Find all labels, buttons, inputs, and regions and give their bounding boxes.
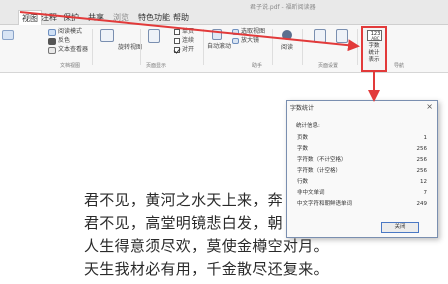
stat-value: 256 bbox=[416, 168, 428, 174]
select-view-button[interactable]: 选取视图 bbox=[241, 28, 265, 36]
reverse-color-button[interactable]: 反色 bbox=[58, 37, 70, 45]
document-line: 天生我材必有用，千金散尽还复来。 bbox=[84, 260, 329, 278]
stat-value: 7 bbox=[423, 190, 428, 196]
page-layout-icon[interactable] bbox=[336, 29, 348, 43]
read-aloud-button[interactable]: 阅读 bbox=[281, 44, 293, 52]
auto-scroll-icon[interactable] bbox=[212, 29, 222, 40]
tab-help[interactable]: 帮助 bbox=[170, 10, 192, 25]
word-count-label-3: 表示 bbox=[368, 57, 380, 63]
stat-value: 12 bbox=[420, 179, 427, 185]
word-count-icon: 123 ABC bbox=[367, 30, 382, 41]
continuous-label: 连续 bbox=[182, 37, 195, 44]
reading-mode-icon[interactable] bbox=[48, 29, 56, 36]
tab-browse[interactable]: 浏览 bbox=[110, 10, 132, 25]
group-navigation: 导航 bbox=[394, 63, 405, 69]
stat-label: 字数 bbox=[297, 146, 309, 152]
document-line: 君不见，高堂明镜悲白发，朝 bbox=[84, 214, 283, 232]
select-view-icon[interactable] bbox=[232, 29, 239, 35]
facing-label: 对开 bbox=[182, 46, 195, 53]
dialog-subtitle: 统计信息: bbox=[296, 123, 320, 129]
tab-share[interactable]: 共享 bbox=[85, 10, 107, 25]
rotate-view-icon[interactable] bbox=[100, 29, 114, 42]
document-line: 君不见，黄河之水天上来，奔 bbox=[84, 191, 283, 209]
dialog-title: 字数统计 bbox=[290, 105, 315, 112]
stat-label: 字符数（计空格） bbox=[297, 168, 342, 174]
tab-bar: 君子说.pdf - 福昕阅读器 视图 注释 保护 共享 浏览 特色功能 帮助 bbox=[0, 0, 448, 25]
word-count-icon-abc: ABC bbox=[371, 36, 380, 41]
stat-label: 页数 bbox=[297, 135, 309, 141]
text-viewer-icon[interactable] bbox=[48, 47, 56, 54]
single-page-label: 单页 bbox=[182, 28, 195, 35]
word-count-dialog: 字数统计 × 统计信息: 页数 1 字数 256 字符数（不计空格） 256 字… bbox=[286, 100, 438, 238]
stat-label: 非中文单词 bbox=[297, 190, 325, 196]
close-button[interactable]: 关闭 bbox=[381, 222, 419, 233]
page-display-icon[interactable] bbox=[148, 29, 160, 43]
reading-mode-button[interactable]: 阅读模式 bbox=[58, 28, 82, 36]
continuous-checkbox[interactable] bbox=[174, 38, 180, 44]
speaker-icon[interactable] bbox=[282, 30, 292, 40]
window-title: 君子说.pdf - 福昕阅读器 bbox=[250, 4, 316, 11]
magnifier-icon[interactable] bbox=[232, 38, 239, 44]
group-page-display: 页面显示 bbox=[146, 63, 167, 69]
tab-protect[interactable]: 保护 bbox=[60, 10, 82, 25]
close-icon[interactable]: × bbox=[426, 102, 433, 111]
word-count-label-1: 字数 bbox=[368, 43, 380, 49]
group-help: 助手 bbox=[252, 63, 263, 69]
stat-value: 249 bbox=[416, 201, 428, 207]
group-page-settings: 页面设置 bbox=[318, 63, 339, 69]
group-doc-views: 文档视图 bbox=[60, 63, 81, 69]
stat-label: 行数 bbox=[297, 179, 309, 185]
word-count-button[interactable]: 123 ABC 字数 统计 表示 bbox=[361, 26, 387, 72]
reverse-color-icon[interactable] bbox=[48, 38, 56, 45]
facing-checkbox[interactable] bbox=[174, 47, 180, 53]
stat-value: 256 bbox=[416, 157, 428, 163]
tab-annotate[interactable]: 注释 bbox=[38, 10, 60, 25]
text-viewer-button[interactable]: 文本查看器 bbox=[58, 46, 88, 54]
word-count-label-2: 统计 bbox=[368, 50, 380, 56]
stat-value: 256 bbox=[416, 146, 428, 152]
rotate-view-button[interactable]: 旋转视图 bbox=[118, 44, 142, 52]
stat-value: 1 bbox=[423, 135, 428, 141]
single-page-checkbox[interactable] bbox=[174, 29, 180, 35]
tab-features[interactable]: 特色功能 bbox=[135, 10, 173, 25]
page-icon[interactable] bbox=[2, 30, 14, 40]
auto-scroll-button[interactable]: 自动滚动 bbox=[207, 43, 231, 51]
magnifier-button[interactable]: 放大镜 bbox=[241, 37, 259, 45]
document-line: 人生得意须尽欢，莫使金樽空对月。 bbox=[84, 237, 329, 255]
stat-label: 字符数（不计空格） bbox=[297, 157, 347, 163]
page-settings-icon[interactable] bbox=[314, 29, 326, 43]
stat-label: 中文字符和朝鲜语单词 bbox=[297, 201, 353, 207]
